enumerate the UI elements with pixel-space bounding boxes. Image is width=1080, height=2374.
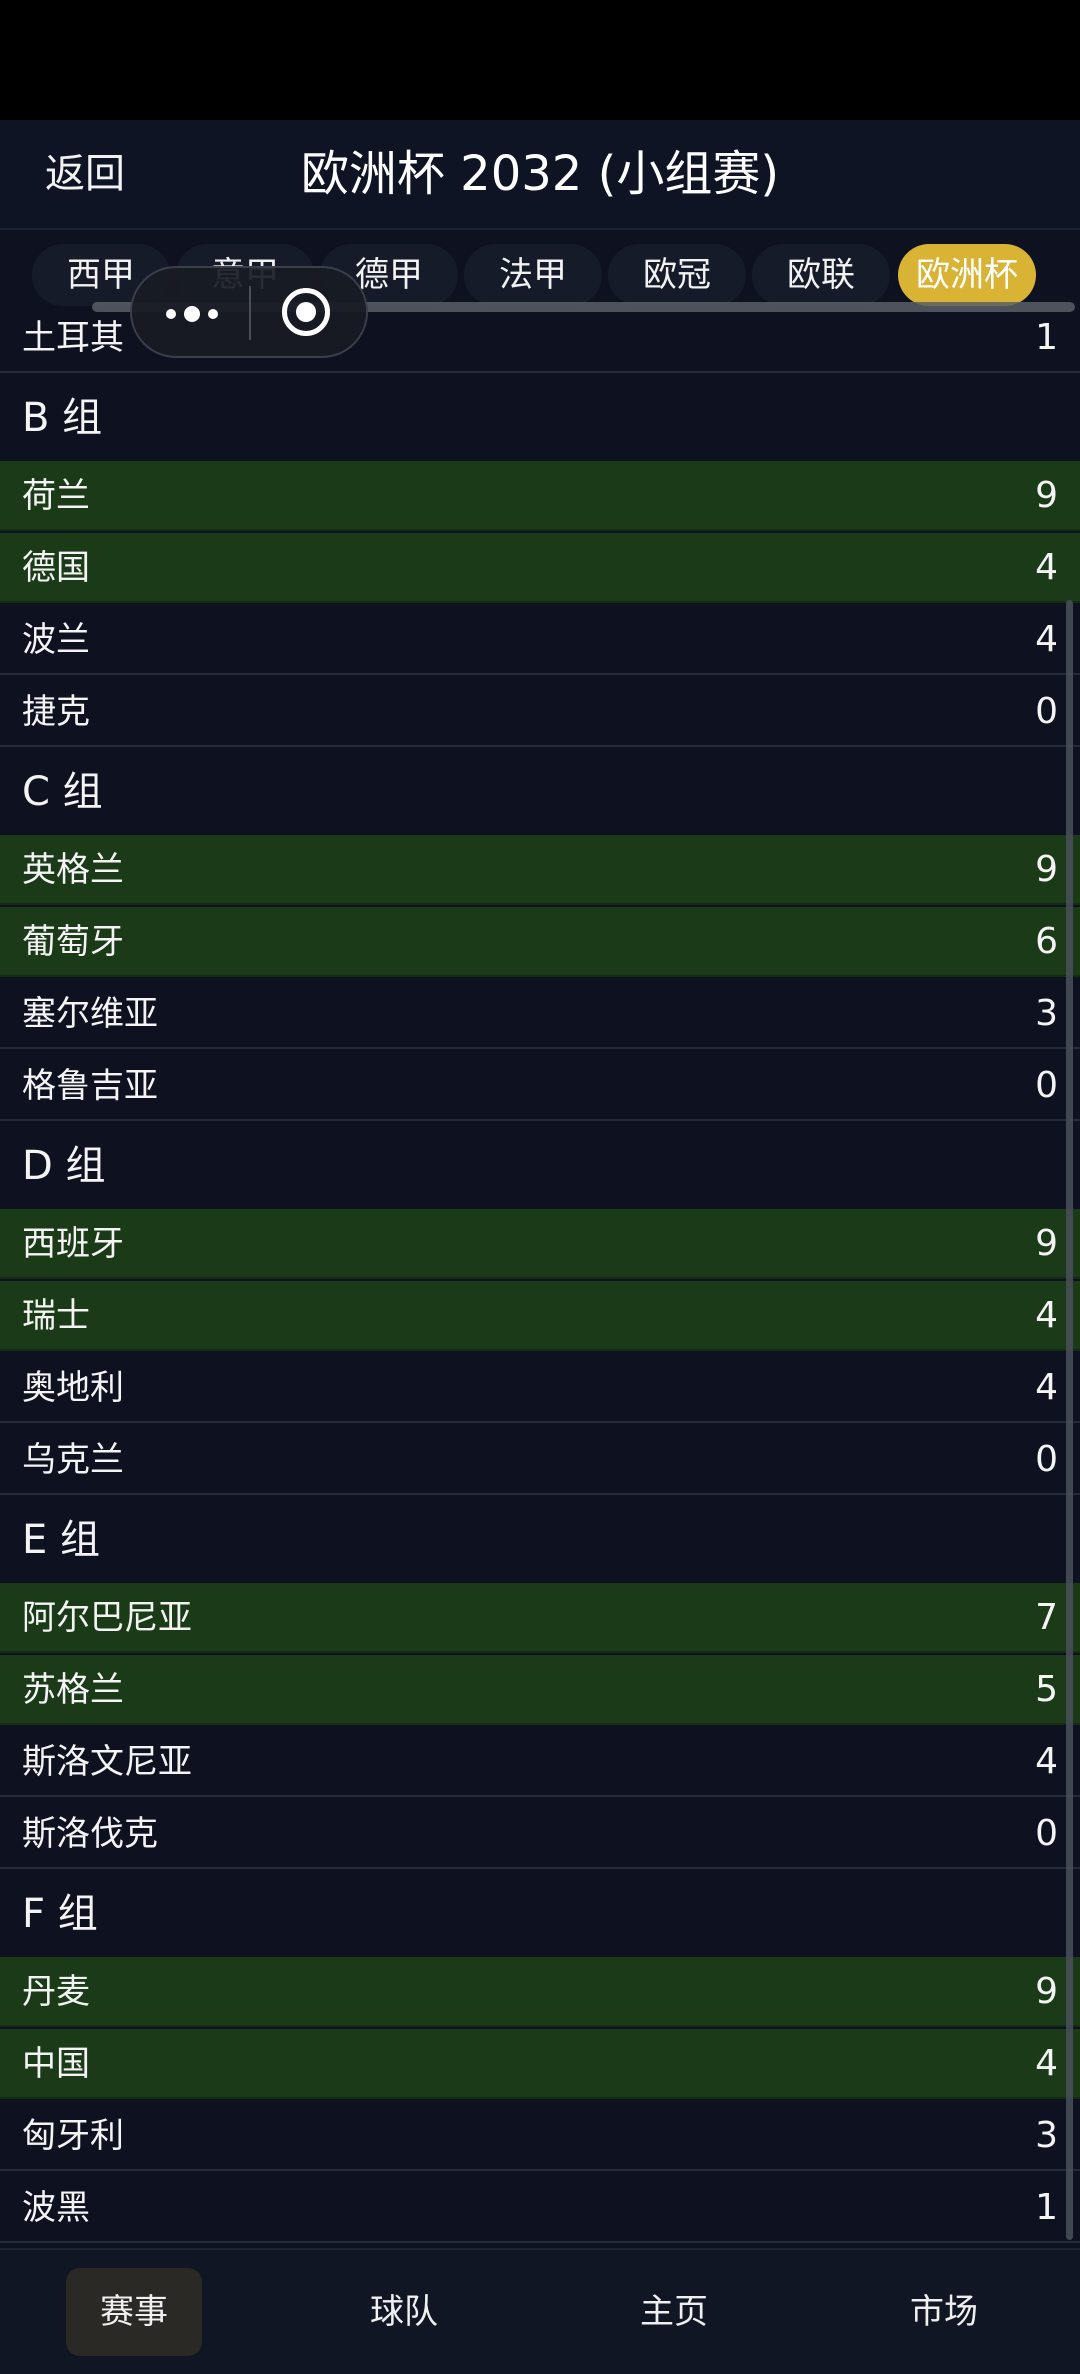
team-points: 3 [1035, 2115, 1058, 2156]
group-header: B 组 [0, 375, 1080, 461]
team-name: 斯洛伐克 [22, 1814, 158, 1854]
header: 返回 欧洲杯 2032 (小组赛) [0, 120, 1080, 230]
team-row[interactable]: 德国 4 [0, 533, 1080, 603]
team-points: 0 [1035, 691, 1058, 732]
target-icon[interactable] [282, 288, 330, 336]
team-row[interactable]: 丹麦 9 [0, 1957, 1080, 2027]
team-row[interactable]: 匈牙利 3 [0, 2101, 1080, 2171]
team-name: 苏格兰 [22, 1670, 124, 1710]
tab-ucl[interactable]: 欧冠 [608, 244, 746, 306]
group-title: B 组 [22, 395, 103, 441]
team-row[interactable]: 英格兰 9 [0, 835, 1080, 905]
team-points: 3 [1035, 993, 1058, 1034]
tab-euro[interactable]: 欧洲杯 [898, 244, 1036, 306]
team-row[interactable]: 乌克兰 0 [0, 1425, 1080, 1495]
team-points: 4 [1035, 1367, 1058, 1408]
team-row[interactable]: 中国 4 [0, 2029, 1080, 2099]
team-points: 5 [1035, 1669, 1058, 1710]
team-row[interactable]: 阿尔巴尼亚 7 [0, 1583, 1080, 1653]
tab-ligue1[interactable]: 法甲 [464, 244, 602, 306]
group-header: C 组 [0, 749, 1080, 835]
team-name: 斯洛文尼亚 [22, 1742, 192, 1782]
team-points: 7 [1035, 1597, 1058, 1638]
team-name: 中国 [22, 2044, 90, 2084]
team-row[interactable]: 塞尔维亚 3 [0, 979, 1080, 1049]
nav-team[interactable]: 球队 [336, 2268, 472, 2356]
team-name: 丹麦 [22, 1972, 90, 2012]
team-points: 4 [1035, 2043, 1058, 2084]
team-points: 9 [1035, 849, 1058, 890]
team-name: 捷克 [22, 692, 90, 732]
team-row[interactable]: 波黑 1 [0, 2173, 1080, 2243]
team-name: 西班牙 [22, 1224, 124, 1264]
team-row[interactable]: 捷克 0 [0, 677, 1080, 747]
team-name: 阿尔巴尼亚 [22, 1598, 192, 1638]
team-name: 匈牙利 [22, 2116, 124, 2156]
team-name: 奥地利 [22, 1368, 124, 1408]
team-points: 9 [1035, 1971, 1058, 2012]
team-name: 塞尔维亚 [22, 994, 158, 1034]
team-points: 6 [1035, 921, 1058, 962]
standings-list[interactable]: 土耳其 1 B 组荷兰 9 德国 4 波兰 4 捷克 0 C 组英格兰 9 葡萄牙 6 塞尔维亚 3 格鲁吉亚 0… [0, 305, 1080, 2248]
team-row[interactable]: 波兰 4 [0, 605, 1080, 675]
team-points: 0 [1035, 1065, 1058, 1106]
team-row[interactable]: 苏格兰 5 [0, 1655, 1080, 1725]
team-name: 波黑 [22, 2188, 90, 2228]
team-row[interactable]: 葡萄牙 6 [0, 907, 1080, 977]
group-header: E 组 [0, 1497, 1080, 1583]
nav-events[interactable]: 赛事 [66, 2268, 202, 2356]
team-name: 德国 [22, 548, 90, 588]
group-title: C 组 [22, 769, 103, 815]
group-header: D 组 [0, 1123, 1080, 1209]
team-points: 4 [1035, 619, 1058, 660]
group-title: E 组 [22, 1517, 100, 1563]
team-name: 英格兰 [22, 850, 124, 890]
team-name: 乌克兰 [22, 1440, 124, 1480]
team-row[interactable]: 瑞士 4 [0, 1281, 1080, 1351]
team-name: 格鲁吉亚 [22, 1066, 158, 1106]
nav-home[interactable]: 主页 [606, 2268, 742, 2356]
team-points: 0 [1035, 1813, 1058, 1854]
team-name: 波兰 [22, 620, 90, 660]
page-title: 欧洲杯 2032 (小组赛) [300, 146, 780, 202]
group-title: D 组 [22, 1143, 106, 1189]
team-row[interactable]: 格鲁吉亚 0 [0, 1051, 1080, 1121]
group-title: F 组 [22, 1891, 98, 1937]
team-name: 瑞士 [22, 1296, 90, 1336]
team-row[interactable]: 荷兰 9 [0, 461, 1080, 531]
team-row[interactable]: 斯洛伐克 0 [0, 1799, 1080, 1869]
team-points: 9 [1035, 1223, 1058, 1264]
team-name: 土耳其 [22, 318, 124, 358]
capsule-divider [249, 286, 251, 340]
standings-scrollbar[interactable] [1066, 600, 1073, 2240]
team-row[interactable]: 斯洛文尼亚 4 [0, 1727, 1080, 1797]
team-name: 荷兰 [22, 476, 90, 516]
team-points: 1 [1035, 2187, 1058, 2228]
status-bar [0, 0, 1080, 120]
mini-program-capsule [130, 266, 368, 358]
team-points: 0 [1035, 1439, 1058, 1480]
nav-market[interactable]: 市场 [876, 2268, 1012, 2356]
more-dots-icon[interactable] [162, 304, 222, 324]
team-row[interactable]: 西班牙 9 [0, 1209, 1080, 1279]
team-name: 葡萄牙 [22, 922, 124, 962]
bottom-nav: 赛事 球队 主页 市场 [0, 2248, 1080, 2374]
tab-uel[interactable]: 欧联 [752, 244, 890, 306]
team-points: 1 [1035, 317, 1058, 358]
group-header: F 组 [0, 1871, 1080, 1957]
team-points: 4 [1035, 1741, 1058, 1782]
team-points: 9 [1035, 475, 1058, 516]
team-row[interactable]: 奥地利 4 [0, 1353, 1080, 1423]
team-points: 4 [1035, 547, 1058, 588]
team-points: 4 [1035, 1295, 1058, 1336]
